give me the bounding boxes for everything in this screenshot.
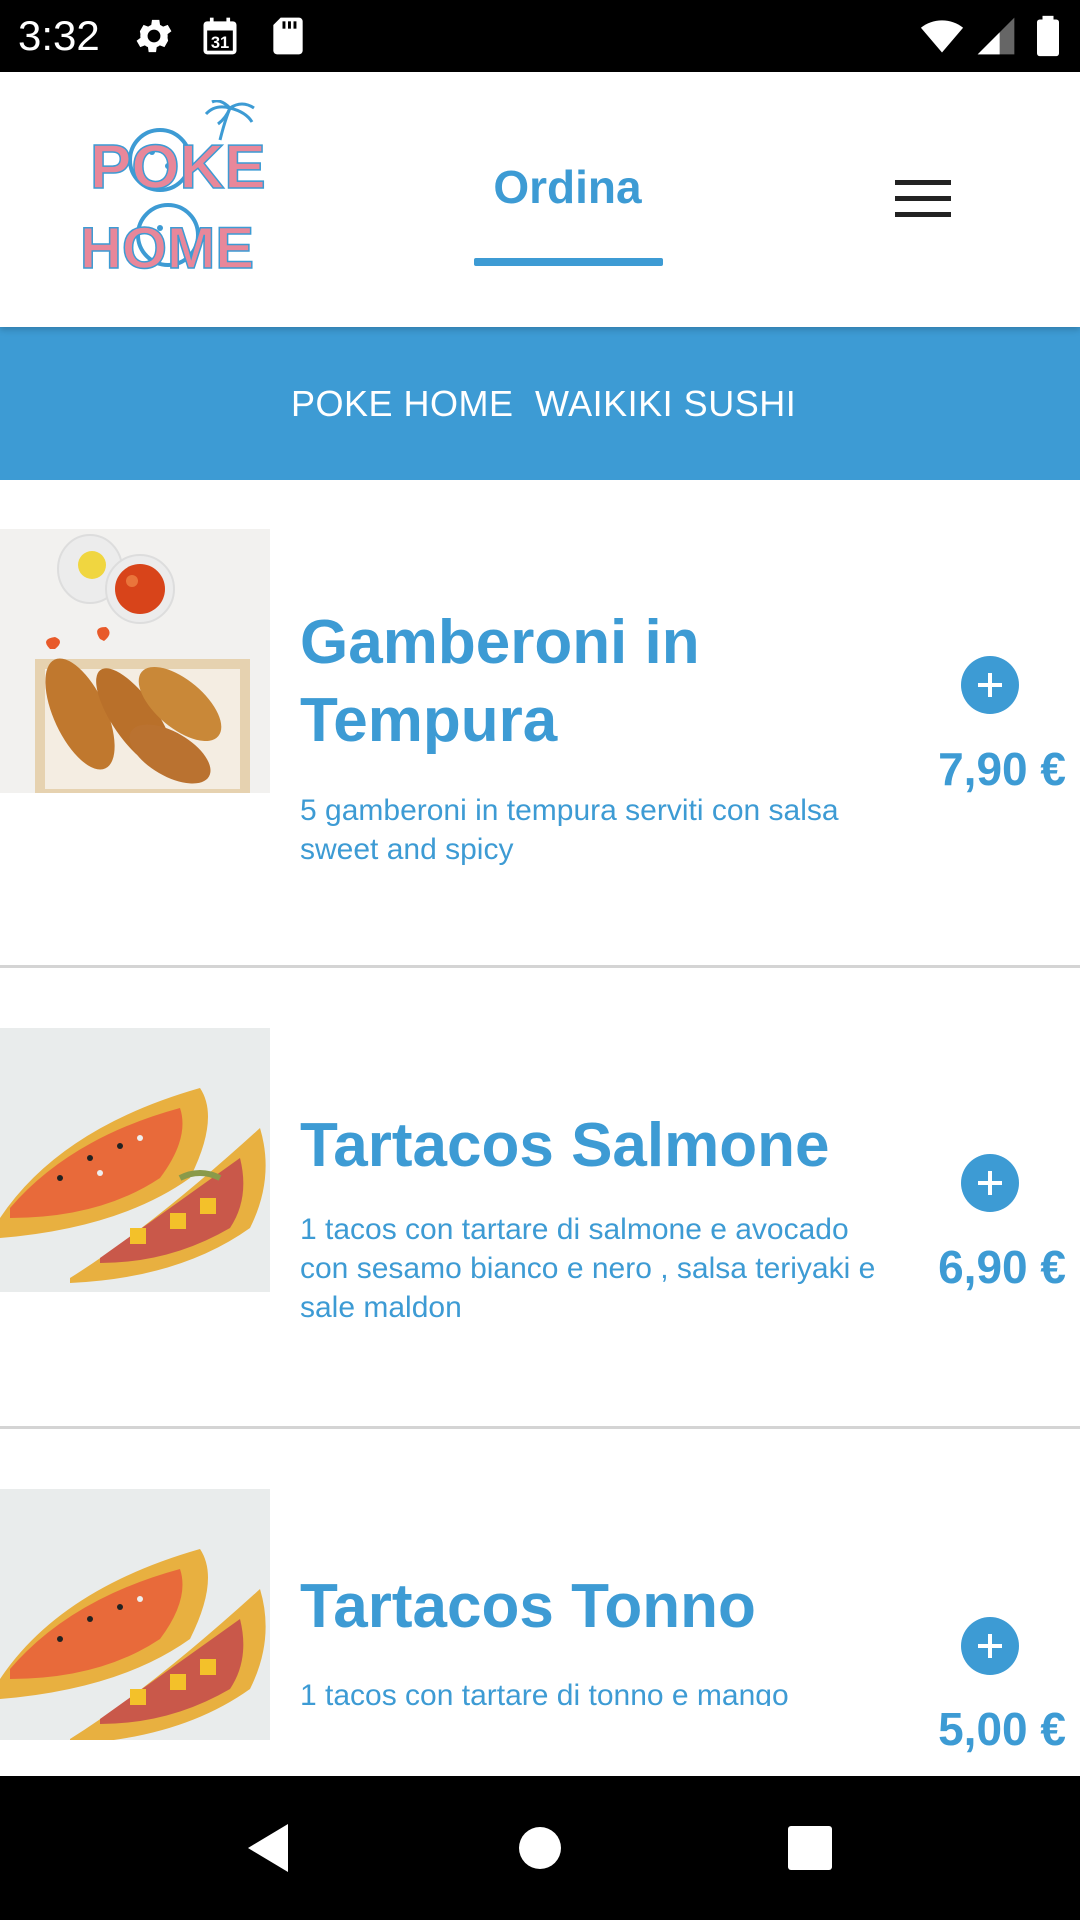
product-title: Tartacos Salmone — [300, 1111, 830, 1180]
logo-word-poke: POKE — [90, 133, 266, 202]
logo-word-home: HOME — [80, 216, 254, 281]
category-poke-home[interactable]: POKE HOME — [291, 383, 514, 425]
calendar-day: 31 — [211, 34, 229, 52]
product-image-tartacos-tonno — [0, 1489, 270, 1740]
hamburger-menu-icon[interactable] — [895, 180, 951, 220]
product-price: 5,00 € — [938, 1703, 1066, 1755]
status-bar: 3:32 31 — [0, 0, 1080, 72]
add-to-cart-button[interactable] — [961, 656, 1019, 714]
category-waikiki-sushi[interactable]: WAIKIKI SUSHI — [535, 383, 796, 425]
product-description: 1 tacos con tartare di salmone e avocado… — [300, 1213, 876, 1324]
app-header: POKE HOME Ordina — [0, 72, 1080, 327]
poke-home-logo[interactable]: POKE HOME — [80, 100, 330, 290]
tab-active-indicator — [474, 258, 663, 266]
product-description-clip: 1 tacos con tartare di tonno e mango — [300, 1680, 880, 1706]
product-description: 5 gamberoni in tempura serviti con salsa… — [300, 794, 839, 866]
signal-icon — [974, 14, 1018, 58]
tab-ordina[interactable]: Ordina — [470, 160, 665, 214]
product-description: 1 tacos con tartare di tonno e mango — [300, 1680, 789, 1706]
product-image-tartacos-salmone — [0, 1028, 270, 1292]
product-title: Gamberoni in Tempura — [300, 608, 700, 755]
product-title: Tartacos Tonno — [300, 1572, 756, 1641]
recents-icon[interactable] — [774, 1812, 846, 1884]
status-time: 3:32 — [18, 12, 100, 59]
sd-card-icon — [266, 14, 310, 58]
add-to-cart-button[interactable] — [961, 1617, 1019, 1675]
product-item[interactable]: Tartacos Tonno 1 tacos con tartare di to… — [0, 1429, 1080, 1776]
product-item[interactable]: Tartacos Salmone 1 tacos con tartare di … — [0, 968, 1080, 1426]
calendar-icon: 31 — [198, 14, 242, 58]
home-icon[interactable] — [504, 1812, 576, 1884]
product-image-gamberoni — [0, 529, 270, 793]
category-bar: POKE HOME WAIKIKI SUSHI — [0, 327, 1080, 480]
wifi-icon — [920, 14, 964, 58]
battery-icon — [1026, 14, 1070, 58]
add-to-cart-button[interactable] — [961, 1154, 1019, 1212]
back-icon[interactable] — [232, 1812, 304, 1884]
product-item[interactable]: Gamberoni in Tempura 5 gamberoni in temp… — [0, 480, 1080, 966]
product-price: 6,90 € — [938, 1241, 1066, 1293]
settings-icon — [132, 14, 176, 58]
product-price: 7,90 € — [938, 743, 1066, 795]
system-nav-bar — [0, 1776, 1080, 1920]
